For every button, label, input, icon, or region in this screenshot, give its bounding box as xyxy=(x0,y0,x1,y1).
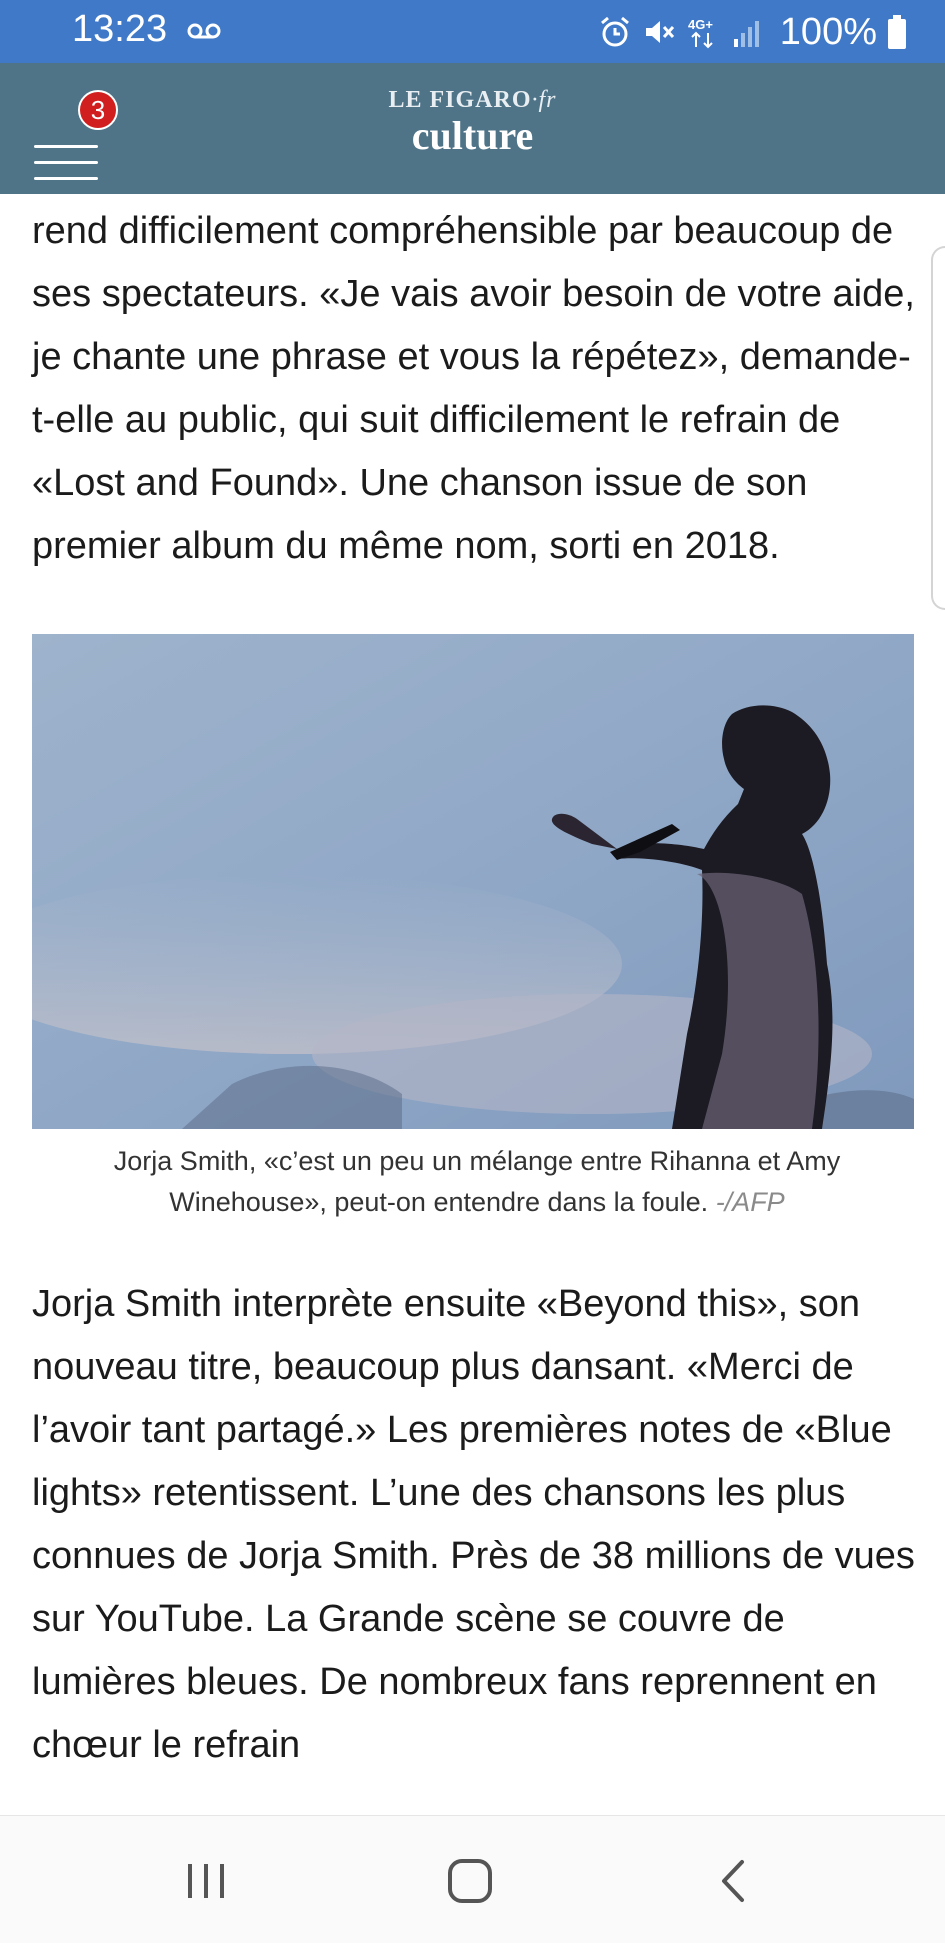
svg-text:4G+: 4G+ xyxy=(688,17,713,32)
app-header: 3 LE FIGARO·fr culture xyxy=(0,63,945,194)
navigation-bar xyxy=(0,1815,945,1943)
home-icon[interactable] xyxy=(440,1856,500,1906)
menu-bar-icon xyxy=(34,161,98,164)
mute-icon xyxy=(645,21,674,43)
caption-credit: -/AFP xyxy=(715,1187,785,1217)
recent-apps-icon[interactable] xyxy=(176,1856,236,1906)
section-title: culture xyxy=(411,113,534,158)
article-paragraph: rend difficilement compréhensible par be… xyxy=(32,210,915,567)
signal-icon xyxy=(733,21,759,47)
article-body: rend difficilement compréhensible par be… xyxy=(32,200,922,1777)
back-icon[interactable] xyxy=(706,1856,766,1906)
alarm-icon xyxy=(600,16,629,47)
concert-photo[interactable] xyxy=(32,634,914,1129)
scroll-handle[interactable] xyxy=(931,246,945,610)
voicemail-icon xyxy=(187,23,221,39)
article-figure: Jorja Smith, «c’est un peu un mélange en… xyxy=(32,634,922,1223)
menu-bar-icon xyxy=(34,177,98,180)
photo-caption: Jorja Smith, «c’est un peu un mélange en… xyxy=(32,1129,922,1223)
status-bar: 13:23 4G+ 100% xyxy=(0,0,945,63)
brand-name: LE FIGARO·fr xyxy=(388,87,557,113)
network-4g-icon: 4G+ xyxy=(688,17,713,49)
battery-icon xyxy=(888,15,906,49)
battery-percentage: 100% xyxy=(779,10,877,53)
status-time: 13:23 xyxy=(72,8,168,50)
brand-logo[interactable]: LE FIGARO·fr culture xyxy=(0,87,945,158)
article-paragraph: Jorja Smith interprète ensuite «Beyond t… xyxy=(32,1283,915,1766)
status-icons: 4G+ 100% xyxy=(598,8,907,56)
